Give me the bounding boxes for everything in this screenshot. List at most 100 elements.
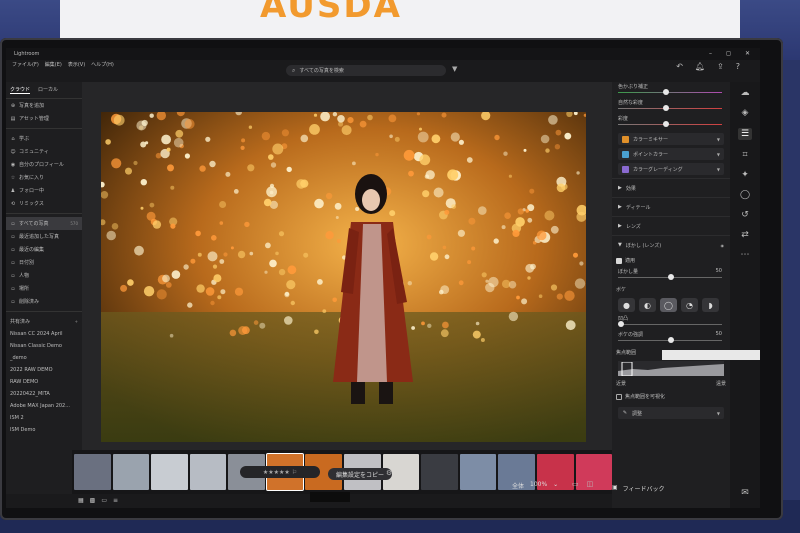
filter-icon[interactable]: ▼ [452,65,457,73]
before-after-icon[interactable]: ◫ [587,480,594,488]
bokeh-shape-button[interactable]: ◯ [660,298,677,312]
visualize-checkbox[interactable] [616,393,622,400]
library-item[interactable]: ▫ 場所 [6,282,82,295]
detail-view-icon[interactable]: ▭ [101,497,107,504]
add-photos-button[interactable]: ⊕ 写真を追加 [6,99,82,112]
album-item[interactable]: ISM Demo [6,424,82,436]
blur-amount-knob[interactable] [668,274,674,280]
community-item[interactable]: ☺ コミュニティ [6,145,82,158]
library-item[interactable]: ▫ すべての写真 570 [6,217,82,230]
window-control-2[interactable]: ✕ [745,50,750,57]
community-item[interactable]: ☆ お気に入り [6,171,82,184]
copy-settings-button[interactable]: 編集設定をコピー [328,468,393,480]
undo-icon[interactable]: ↶ [676,62,683,71]
library-item[interactable]: ▫ 人物 [6,269,82,282]
album-item[interactable]: ISM 2 [6,412,82,424]
menu-item[interactable]: 表示(V) [68,61,85,68]
square-grid-icon[interactable]: ▩ [90,497,96,504]
color-slider[interactable]: 色かぶり補正 [612,82,730,98]
zoom-value[interactable]: 100% [530,481,547,490]
album-item[interactable]: RAW DEMO [6,376,82,388]
slider-knob[interactable] [663,105,669,111]
edit-section[interactable]: ▶ レンズ [612,216,730,235]
bell-icon[interactable]: 🔔︎ [695,62,705,71]
grid-view-icon[interactable]: ▦ [78,497,84,504]
main-photo[interactable] [101,112,586,442]
share-icon[interactable]: ⇪ [717,62,724,71]
sort-icon[interactable]: ≡ [113,497,118,504]
tab-local[interactable]: ローカル [38,86,58,94]
library-item[interactable]: ▫ 最近の編集 [6,243,82,256]
chevron-down-icon[interactable]: ⌄ [553,481,558,490]
gear-icon[interactable]: ⚙ [386,469,392,477]
library-item[interactable]: ▫ 削除済み [6,295,82,308]
album-item[interactable]: Nissan Classic Demo [6,340,82,352]
album-item[interactable]: 20220422_MITA [6,388,82,400]
rating-stars[interactable]: ★★★★★ [263,469,290,476]
lens-blur-section[interactable]: ▼ ぼかし (レンズ) ◉ [612,235,730,254]
asset-manage-button[interactable]: ▤ アセット管理 [6,112,82,125]
cloud-icon[interactable]: ☁ [741,88,750,98]
heal-icon[interactable]: ✦ [741,170,749,180]
mask-icon[interactable]: ◯ [740,190,750,200]
flag-icon[interactable]: ⚐ [292,469,297,476]
library-item[interactable]: ▫ 日付別 [6,256,82,269]
color-slider[interactable]: 自然な彩度 [612,98,730,114]
compare-view-icon[interactable]: ▭ [572,480,579,488]
color-tool-dropdown[interactable]: ポイントカラー ▼ [618,148,724,160]
library-item[interactable]: ▫ 最近追加した写真 [6,230,82,243]
feedback-button[interactable]: ▣ フィードバック [612,484,665,493]
bokeh-shape-button[interactable]: ● [618,298,635,312]
bokeh-shape-button[interactable]: ◐ [639,298,656,312]
albums-header[interactable]: 共有済み + [6,315,82,328]
window-control-0[interactable]: – [709,50,712,57]
mirror-knob[interactable] [618,321,624,327]
mirror-slider[interactable]: 凹凸 [612,314,730,330]
star-rating[interactable]: ★★★★★ ⚐ [240,466,320,478]
comment-icon[interactable]: ✉ [741,488,749,498]
premium-icon[interactable]: ◈ [742,108,749,118]
zoom-fit-label[interactable]: 全体 [512,481,524,490]
community-item[interactable]: ◉ 自分のプロフィール [6,158,82,171]
filmstrip-thumbnail[interactable] [421,454,458,490]
album-item[interactable]: _demo [6,352,82,364]
apply-checkbox-row[interactable]: 適用 [612,254,730,267]
filmstrip-thumbnail[interactable] [74,454,111,490]
slider-knob[interactable] [663,89,669,95]
community-item[interactable]: ⟲ リミックス [6,197,82,210]
zoom-control[interactable]: 全体 100% ⌄ [512,481,558,490]
apply-checkbox[interactable] [616,257,622,264]
filmstrip-thumbnail[interactable] [151,454,188,490]
crop-icon[interactable]: ⌗ [742,150,747,160]
bokeh-boost-slider[interactable]: ボケの強調 50 [612,330,730,346]
more-icon[interactable]: ⋯ [741,250,750,260]
filmstrip-thumbnail[interactable] [112,454,150,490]
bokeh-boost-knob[interactable] [668,337,674,343]
edit-section[interactable]: ▶ 効果 [612,178,730,197]
community-item[interactable]: ⌂ 学ぶ [6,132,82,145]
color-tool-dropdown[interactable]: カラーグレーディング ▼ [618,163,724,175]
help-icon[interactable]: ? [736,62,740,71]
tab-cloud[interactable]: クラウド [10,86,31,94]
eye-icon[interactable]: ◉ [721,243,725,248]
edit-sliders-icon[interactable]: ☰ [737,128,753,140]
window-control-1[interactable]: ◻ [726,50,731,57]
visualize-checkbox-row[interactable]: 焦点範囲を可視化 [612,390,730,403]
album-item[interactable]: Adobe MAX Japan 202... [6,400,82,412]
menu-item[interactable]: ヘルプ(H) [91,61,114,68]
bokeh-shape-button[interactable]: ◔ [681,298,698,312]
filmstrip-thumbnail[interactable] [189,454,227,490]
add-album-icon[interactable]: + [75,319,78,324]
bokeh-shape-button[interactable]: ◗ [702,298,719,312]
menu-item[interactable]: 編集(E) [45,61,62,68]
blur-amount-slider[interactable]: ぼかし量 50 [612,267,730,283]
filmstrip-thumbnail[interactable] [459,454,497,490]
versions-icon[interactable]: ⇄ [741,230,749,240]
community-item[interactable]: ♟ フォロー中 [6,184,82,197]
color-slider[interactable]: 彩度 [612,114,730,130]
history-icon[interactable]: ↺ [741,210,749,220]
album-item[interactable]: Nissan CC 2024 April [6,328,82,340]
color-tool-dropdown[interactable]: カラーミキサー ▼ [618,133,724,145]
search-box[interactable]: ⌕ すべての写真を検索 [286,65,446,76]
brush-adjust-button[interactable]: ✎ 調整 ▼ [618,407,724,419]
